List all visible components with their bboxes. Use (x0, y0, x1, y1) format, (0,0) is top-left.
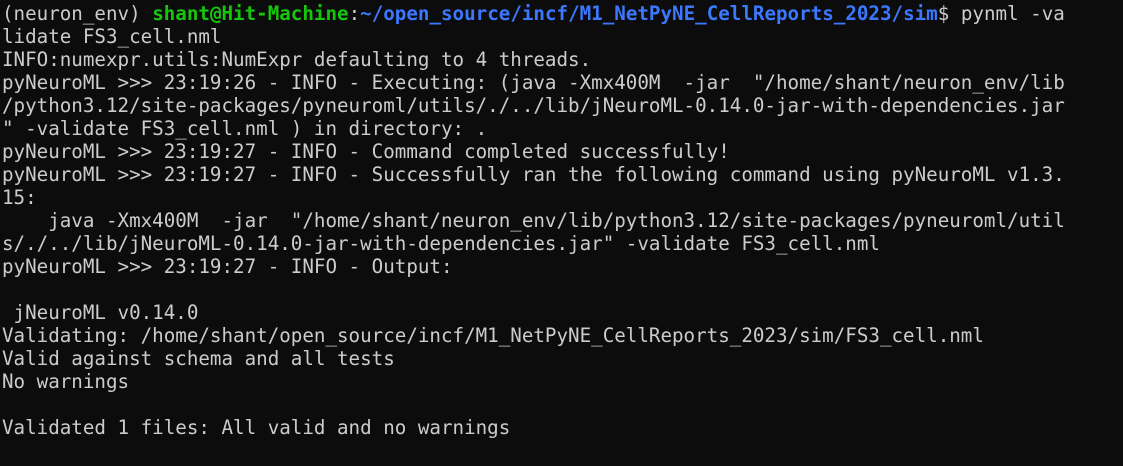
prompt-line: (neuron_env) shant@Hit-Machine:~/open_so… (2, 2, 1123, 25)
output-line: Validated 1 files: All valid and no warn… (2, 416, 511, 439)
prompt-symbol: $ (937, 2, 961, 25)
command-text: pynml -va (960, 2, 1065, 25)
prompt-separator: : (348, 2, 361, 25)
output-line: jNeuroML v0.14.0 (2, 301, 199, 324)
output-line: Validating: /home/shant/open_source/incf… (2, 324, 984, 347)
output-line: INFO:numexpr.utils:NumExpr defaulting to… (2, 48, 592, 71)
virtualenv-label: (neuron_env) (2, 2, 153, 25)
output-line: pyNeuroML >>> 23:19:27 - INFO - Command … (2, 140, 730, 163)
output-line: lidate FS3_cell.nml (2, 25, 222, 48)
working-directory: ~/open_source/incf/M1_NetPyNE_CellReport… (360, 2, 938, 25)
output-line: /python3.12/site-packages/pyneuroml/util… (2, 94, 1065, 117)
output-line: " -validate FS3_cell.nml ) in directory:… (2, 117, 488, 140)
output-line: pyNeuroML >>> 23:19:27 - INFO - Output: (2, 255, 453, 278)
output-line: Valid against schema and all tests (2, 347, 395, 370)
output-line: pyNeuroML >>> 23:19:26 - INFO - Executin… (2, 71, 1065, 94)
output-line: 15: (2, 186, 37, 209)
output-line: s/./../lib/jNeuroML-0.14.0-jar-with-depe… (2, 232, 880, 255)
output-line: java -Xmx400M -jar "/home/shant/neuron_e… (2, 209, 1065, 232)
user-host: shant@Hit-Machine (152, 2, 349, 25)
output-line: No warnings (2, 370, 130, 393)
terminal-window[interactable]: (neuron_env) shant@Hit-Machine:~/open_so… (0, 0, 1123, 466)
output-line: pyNeuroML >>> 23:19:27 - INFO - Successf… (2, 163, 1065, 186)
